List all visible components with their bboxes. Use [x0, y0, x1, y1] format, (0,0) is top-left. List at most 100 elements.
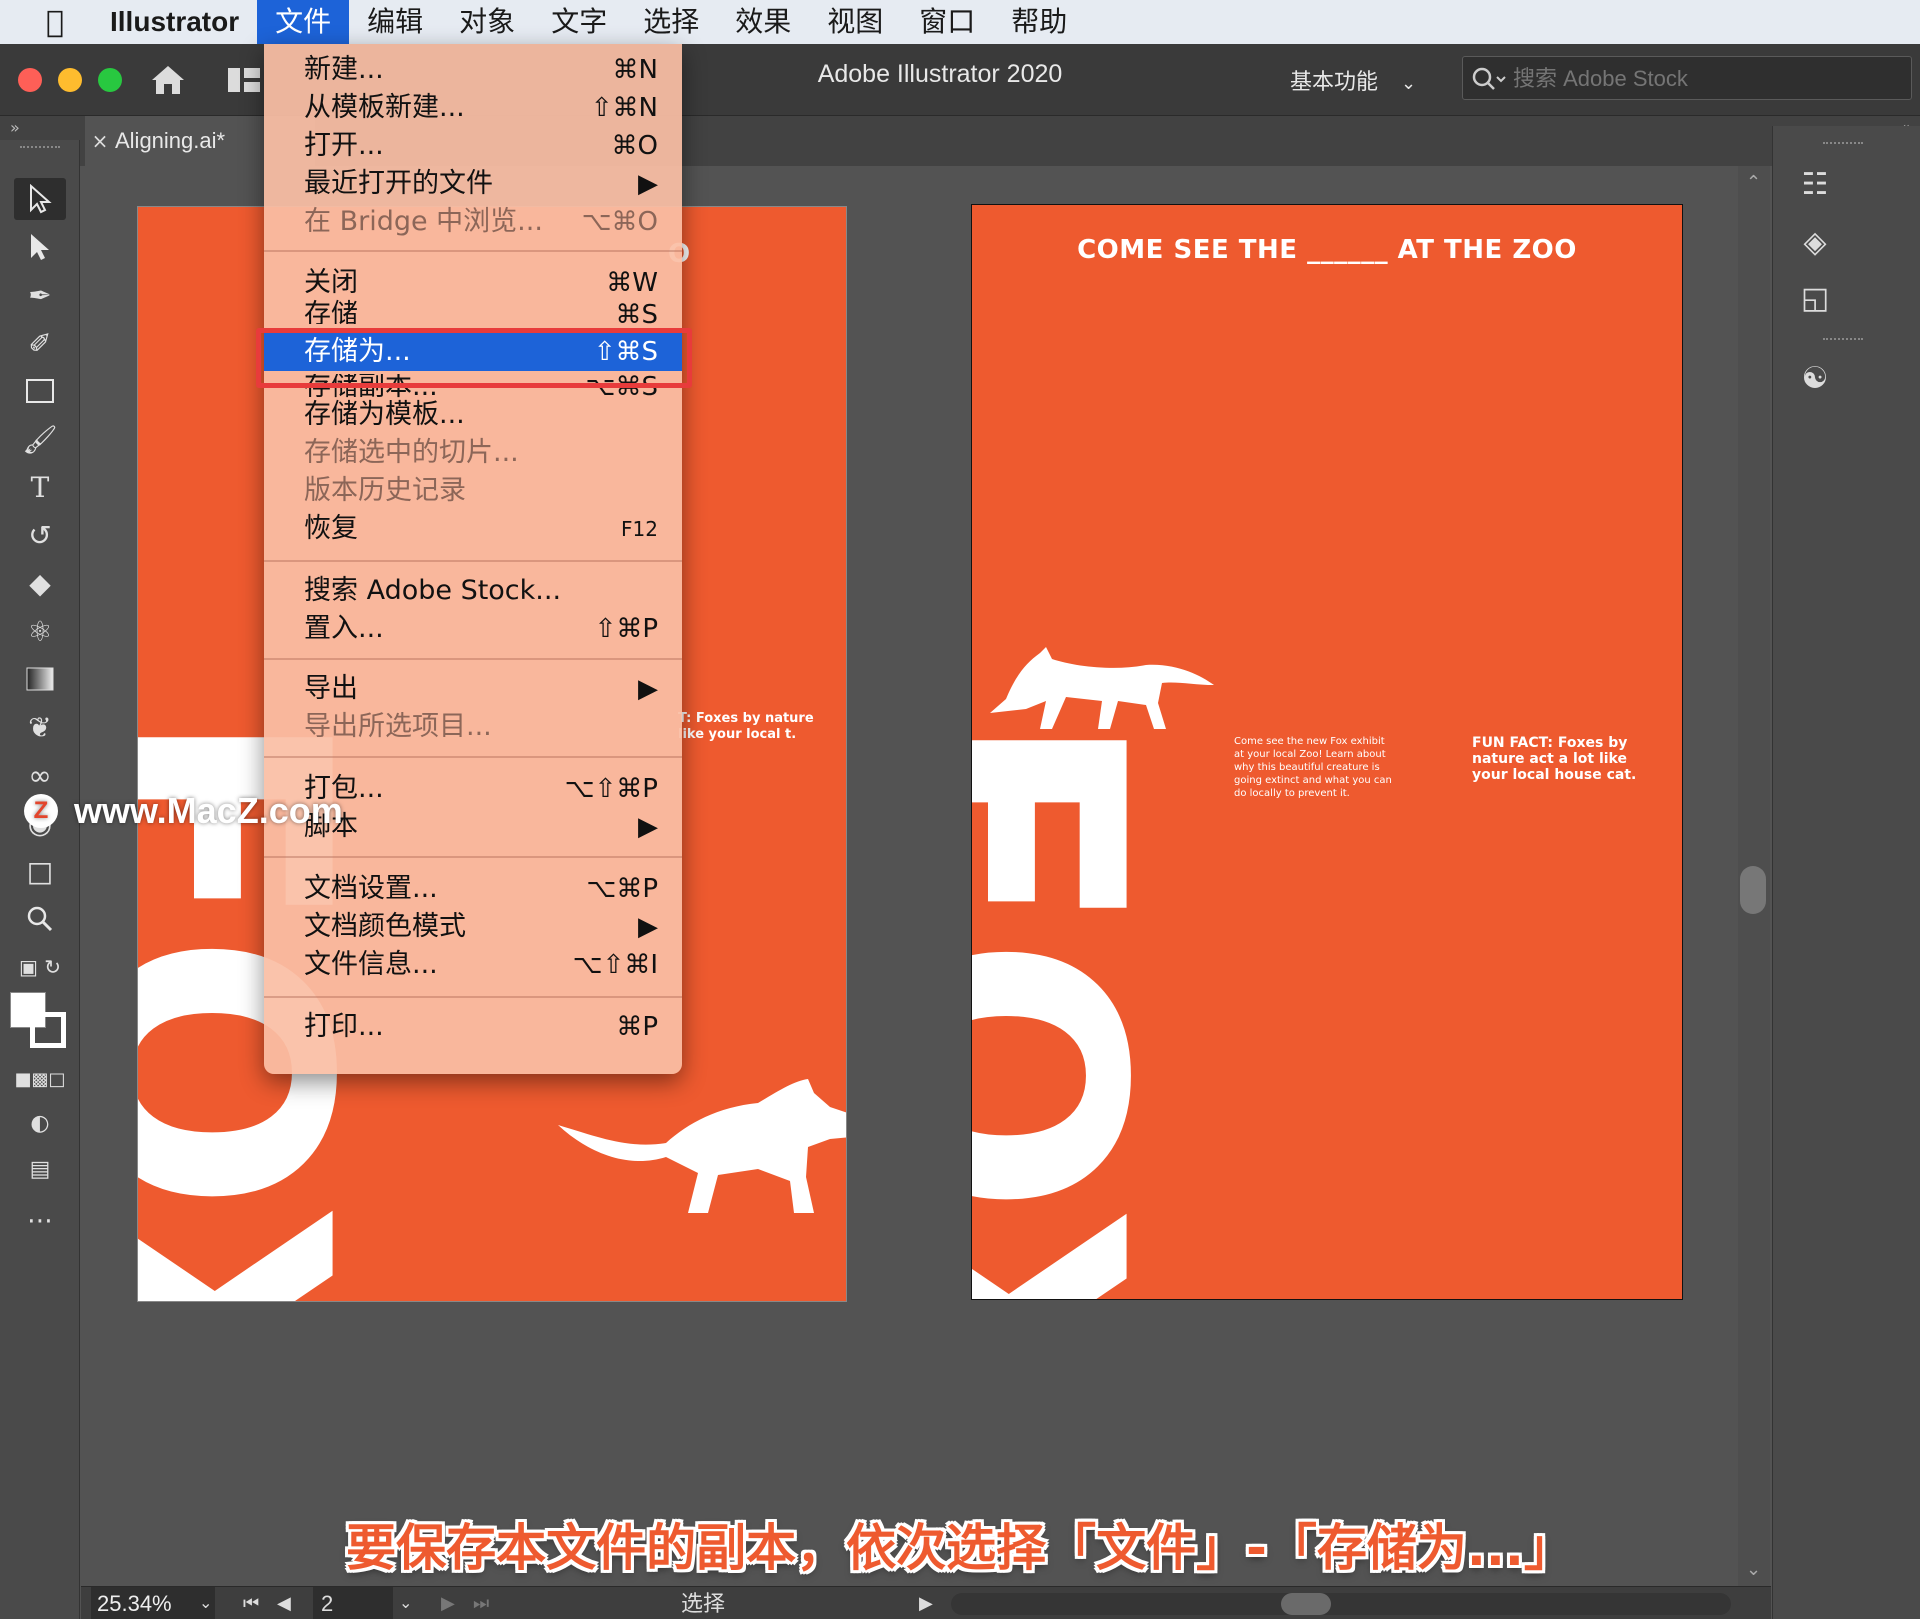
workspace-switcher[interactable]: 基本功能 ⌄: [1290, 64, 1416, 96]
menu-item-open-recent[interactable]: 最近打开的文件 ▶: [264, 165, 682, 203]
zoom-dropdown-icon[interactable]: ⌄: [199, 1587, 212, 1619]
menu-item-label: 存储选中的切片...: [304, 437, 519, 468]
arrange-documents-icon[interactable]: [226, 66, 262, 94]
panel-grip[interactable]: [1823, 142, 1863, 144]
toolbar-grip[interactable]: [20, 146, 60, 152]
submenu-arrow-icon: ▶: [638, 912, 658, 942]
libraries-panel-icon[interactable]: ☷: [1793, 162, 1837, 206]
menu-item-print[interactable]: 打印... ⌘P: [264, 1008, 682, 1046]
menu-type[interactable]: 文字: [533, 0, 625, 44]
home-icon[interactable]: [148, 62, 188, 98]
type-tool-icon[interactable]: T: [14, 466, 66, 508]
menu-separator: [264, 560, 682, 562]
curvature-tool-icon[interactable]: ✐: [14, 322, 66, 364]
artboard-tool-icon[interactable]: □: [14, 850, 66, 892]
menu-item-label: 打印...: [304, 1011, 384, 1042]
adobe-stock-search[interactable]: [1462, 56, 1912, 100]
menu-item-label: 恢复: [304, 513, 358, 544]
canvas-vertical-scrollbar[interactable]: ⌃ ⌄: [1738, 166, 1770, 1586]
artboards-panel-icon[interactable]: ◱: [1793, 276, 1837, 320]
paintbrush-tool-icon[interactable]: 🖌: [14, 418, 66, 460]
menu-item-shortcut: ⌥⌘O: [581, 207, 658, 237]
menu-item-place[interactable]: 置入... ⇧⌘P: [264, 610, 682, 648]
scrollbar-thumb[interactable]: [1740, 866, 1766, 914]
menu-object[interactable]: 对象: [441, 0, 533, 44]
menu-item-document-setup[interactable]: 文档设置... ⌥⌘P: [264, 870, 682, 908]
menu-item-shortcut: ⌘O: [611, 131, 658, 161]
menu-item-file-info[interactable]: 文件信息... ⌥⇧⌘I: [264, 946, 682, 984]
next-artboard-icon[interactable]: ▶: [441, 1587, 455, 1619]
menu-item-label: 从模板新建...: [304, 92, 465, 123]
menu-item-label: 导出: [304, 673, 358, 704]
menu-item-label: 搜索 Adobe Stock...: [304, 575, 562, 606]
menu-file[interactable]: 文件: [257, 0, 350, 44]
previous-artboard-icon[interactable]: ◀: [277, 1587, 291, 1619]
menu-item-revert[interactable]: 恢复 F12: [264, 510, 682, 548]
search-icon: [1472, 67, 1506, 90]
rotate-tool-icon[interactable]: ↺: [14, 514, 66, 556]
file-menu-dropdown: 新建... ⌘N 从模板新建... ⇧⌘N 打开... ⌘O 最近打开的文件 ▶ 在 B…: [264, 44, 682, 1074]
menu-window[interactable]: 窗口: [901, 0, 993, 44]
menu-item-label: 打开...: [304, 130, 384, 161]
more-tools-icon[interactable]: ⋯: [14, 1200, 66, 1242]
zoom-tool-icon[interactable]: [14, 898, 66, 940]
canvas-horizontal-scrollbar[interactable]: [951, 1593, 1731, 1615]
recolor-panel-icon[interactable]: ☯: [1793, 356, 1837, 400]
fill-stroke-swatch[interactable]: [10, 992, 70, 1052]
menu-view[interactable]: 视图: [809, 0, 901, 44]
menu-item-open[interactable]: 打开... ⌘O: [264, 127, 682, 165]
close-window-button[interactable]: [18, 68, 42, 92]
layers-panel-icon[interactable]: ◈: [1793, 220, 1837, 264]
artboard-2[interactable]: COME SEE THE ______ AT THE ZOO FOX Come …: [971, 204, 1683, 1300]
menu-item-shortcut: F12: [621, 517, 658, 541]
menu-item-search-adobe-stock[interactable]: 搜索 Adobe Stock...: [264, 572, 682, 610]
scrollbar-thumb[interactable]: [1281, 1593, 1331, 1615]
selection-tool-icon[interactable]: [14, 178, 66, 220]
macos-menu-bar:  Illustrator 文件 编辑 对象 文字 选择 效果 视图 窗口 帮助: [0, 0, 1920, 44]
stroke-swatch[interactable]: [30, 1012, 66, 1048]
menu-effect[interactable]: 效果: [717, 0, 809, 44]
zoom-level-field[interactable]: 25.34%: [91, 1587, 215, 1619]
panel-grip[interactable]: [1823, 338, 1863, 340]
stock-search-input[interactable]: [1513, 63, 1893, 95]
app-menu[interactable]: Illustrator: [110, 6, 257, 38]
pen-tool-icon[interactable]: ✒: [14, 274, 66, 316]
collapse-toolbar-icon[interactable]: »: [10, 118, 20, 137]
screen-mode-icon[interactable]: ▤: [14, 1148, 66, 1190]
zoom-window-button[interactable]: [98, 68, 122, 92]
menu-select[interactable]: 选择: [625, 0, 717, 44]
apple-icon[interactable]: : [0, 5, 110, 40]
menu-item-new-from-template[interactable]: 从模板新建... ⇧⌘N: [264, 89, 682, 127]
menu-item-save[interactable]: 存储 ⌘S: [264, 296, 682, 324]
artboard-2-body-copy: Come see the new Fox exhibit at your loc…: [1234, 736, 1392, 799]
direct-selection-tool-icon[interactable]: [14, 226, 66, 268]
menu-item-label: 存储: [304, 299, 358, 324]
menu-item-shortcut: ⌥⌘P: [586, 874, 658, 904]
menu-item-new[interactable]: 新建... ⌘N: [264, 51, 682, 89]
scroll-up-icon[interactable]: ⌃: [1746, 172, 1761, 193]
menu-edit[interactable]: 编辑: [349, 0, 441, 44]
close-tab-icon[interactable]: ×: [85, 129, 115, 153]
free-transform-tool-icon[interactable]: ⚛: [14, 610, 66, 652]
menu-item-document-color-mode[interactable]: 文档颜色模式 ▶: [264, 908, 682, 946]
eyedropper-tool-icon[interactable]: ❦: [14, 706, 66, 748]
draw-mode-icon[interactable]: ◐: [14, 1102, 66, 1144]
menu-item-export[interactable]: 导出 ▶: [264, 670, 682, 708]
minimize-window-button[interactable]: [58, 68, 82, 92]
artboard-number-field[interactable]: 2: [313, 1587, 393, 1619]
color-mode-icon[interactable]: ■▩□: [14, 1058, 66, 1100]
first-artboard-icon[interactable]: ⏮: [243, 1587, 259, 1619]
save-as-callout-frame: [256, 328, 692, 388]
default-fill-stroke-icon[interactable]: ▣ ↻: [14, 946, 66, 988]
menu-item-save-as-template[interactable]: 存储为模板...: [264, 396, 682, 434]
watermark: Z www.MacZ.com: [24, 790, 343, 832]
gradient-tool-icon[interactable]: [14, 658, 66, 700]
menu-item-shortcut: ⇧⌘P: [594, 614, 658, 644]
menu-help[interactable]: 帮助: [993, 0, 1085, 44]
document-tab-label: Aligning.ai*: [115, 128, 226, 153]
status-menu-icon[interactable]: ▶: [919, 1587, 933, 1619]
eraser-tool-icon[interactable]: ◆: [14, 562, 66, 604]
artboard-dropdown-icon[interactable]: ⌄: [399, 1587, 412, 1619]
rectangle-tool-icon[interactable]: [14, 370, 66, 412]
last-artboard-icon[interactable]: ⏭: [473, 1587, 489, 1619]
